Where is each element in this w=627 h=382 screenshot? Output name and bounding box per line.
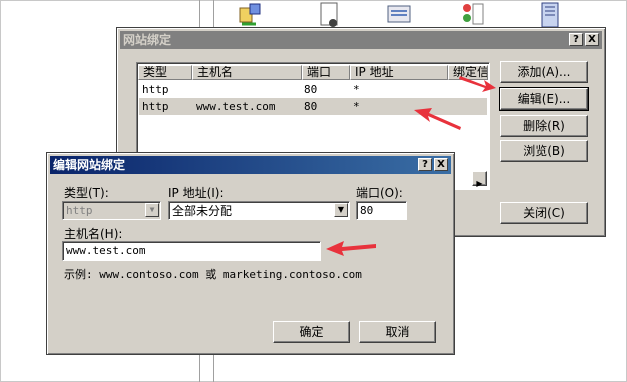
browse-button[interactable]: 浏览(B) [500, 140, 588, 162]
transfer-icon[interactable] [236, 2, 262, 28]
chevron-down-icon[interactable]: ▼ [334, 203, 348, 217]
type-select: http ▼ [62, 201, 161, 220]
host-field-value: www.test.com [66, 244, 146, 257]
annotation-arrow [459, 76, 496, 92]
table-row[interactable]: http 80 * [137, 81, 489, 98]
close-icon[interactable]: X [434, 158, 448, 171]
dialog-title: 网站绑定 [123, 33, 172, 47]
remove-button[interactable]: 删除(R) [500, 115, 588, 137]
ip-label: IP 地址(I): [168, 186, 224, 200]
host-name-field[interactable]: www.test.com [62, 241, 321, 261]
example-text: 示例: www.contoso.com 或 marketing.contoso.… [64, 268, 362, 281]
row-type: http [142, 100, 169, 113]
column-header-type[interactable]: 类型 [138, 65, 192, 80]
add-button[interactable]: 添加(A)... [500, 61, 588, 83]
users-icon[interactable] [459, 2, 485, 28]
port-label: 端口(O): [356, 186, 403, 200]
help-button[interactable]: ? [569, 33, 583, 46]
site-bindings-titlebar: 网站绑定 ? X [120, 31, 602, 49]
server-icon[interactable] [386, 2, 412, 28]
dialog-title: 编辑网站绑定 [53, 158, 126, 172]
row-port: 80 [304, 100, 318, 113]
row-type: http [142, 83, 169, 96]
row-port: 80 [304, 83, 318, 96]
annotation-arrow [414, 108, 461, 130]
edit-binding-dialog: 编辑网站绑定 ? X 类型(T): http ▼ IP 地址(I): 全部未分配… [46, 152, 455, 355]
type-select-value: http [66, 204, 93, 217]
edit-binding-titlebar: 编辑网站绑定 ? X [50, 156, 451, 174]
row-host: www.test.com [196, 100, 276, 113]
close-icon[interactable]: X [585, 33, 599, 46]
ok-button[interactable]: 确定 [273, 321, 350, 343]
column-header-host[interactable]: 主机名 [192, 65, 302, 80]
scroll-right-button[interactable]: ▶ [472, 171, 487, 188]
help-button[interactable]: ? [418, 158, 432, 171]
host-label: 主机名(H): [64, 227, 123, 241]
cancel-button[interactable]: 取消 [359, 321, 436, 343]
port-field[interactable]: 80 [356, 201, 407, 220]
row-ip: * [353, 83, 360, 96]
edit-button[interactable]: 编辑(E)... [499, 87, 589, 111]
ip-address-select[interactable]: 全部未分配 ▼ [168, 201, 350, 220]
chevron-down-icon: ▼ [145, 203, 159, 217]
column-header-ip[interactable]: IP 地址 [350, 65, 448, 80]
annotation-arrow [326, 241, 376, 256]
document-icon[interactable] [316, 2, 342, 28]
row-ip: * [353, 100, 360, 113]
ip-select-value: 全部未分配 [172, 204, 233, 218]
column-header-port[interactable]: 端口 [302, 65, 350, 80]
close-button[interactable]: 关闭(C) [500, 202, 588, 224]
port-field-value: 80 [360, 204, 374, 217]
type-label: 类型(T): [64, 186, 109, 200]
notebook-icon[interactable] [538, 2, 564, 28]
